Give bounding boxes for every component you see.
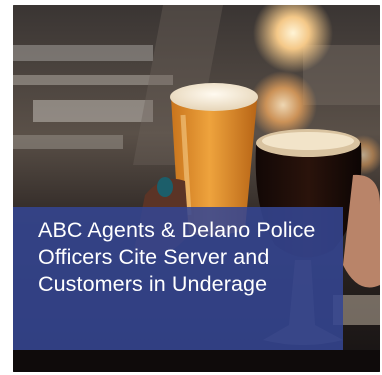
headline-overlay[interactable]: ABC Agents & Delano Police Officers Cite…: [13, 207, 343, 350]
article-card[interactable]: ABC Agents & Delano Police Officers Cite…: [13, 5, 380, 372]
article-headline[interactable]: ABC Agents & Delano Police Officers Cite…: [38, 217, 331, 298]
